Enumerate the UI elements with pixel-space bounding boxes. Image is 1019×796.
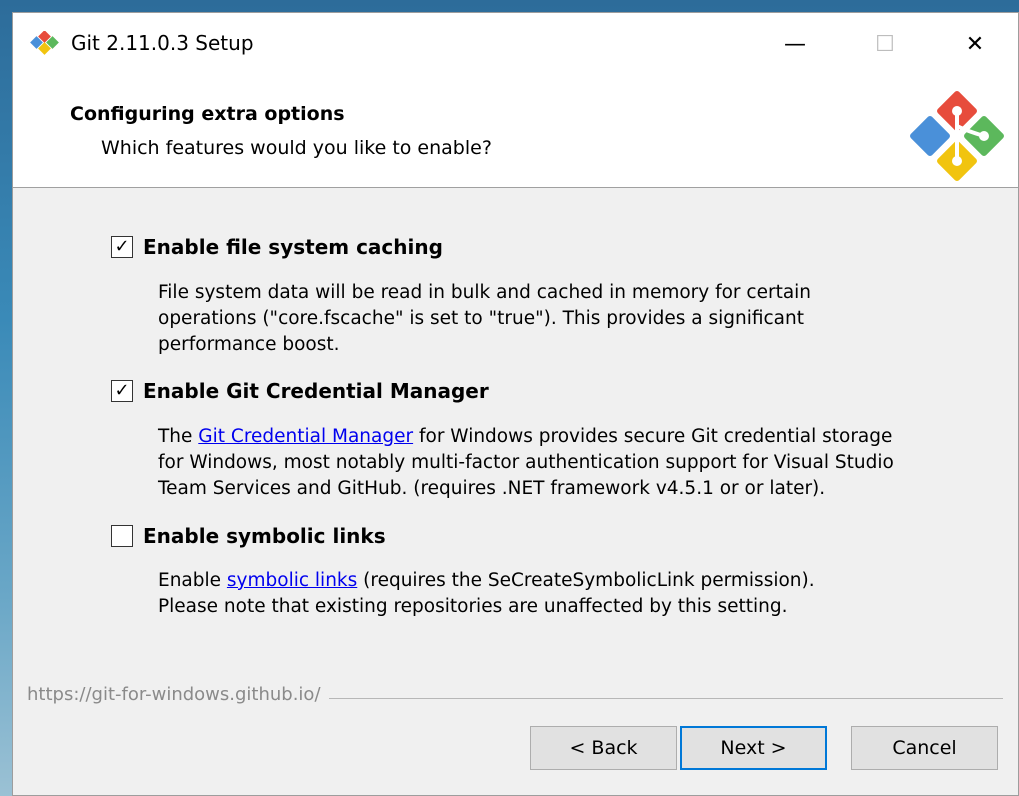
fscache-label[interactable]: Enable file system caching	[143, 235, 443, 259]
symlinks-description: Enable symbolic links (requires the SeCr…	[158, 568, 948, 620]
symlinks-desc-line: Enable symbolic links (requires the SeCr…	[158, 568, 948, 594]
fscache-checkbox[interactable]: ✓	[111, 236, 133, 258]
desc-text: for Windows provides secure Git credenti…	[413, 426, 893, 447]
next-button[interactable]: Next >	[680, 726, 827, 770]
credential-manager-desc-line: Team Services and GitHub. (requires .NET…	[158, 478, 826, 499]
option-credential-manager[interactable]: ✓ Enable Git Credential Manager	[111, 378, 489, 404]
credential-manager-checkbox[interactable]: ✓	[111, 380, 133, 402]
git-icon	[30, 31, 59, 55]
fscache-desc-line: performance boost.	[158, 334, 340, 355]
fscache-description: File system data will be read in bulk an…	[158, 280, 948, 358]
credential-manager-description: The Git Credential Manager for Windows p…	[158, 424, 948, 502]
symlinks-checkbox[interactable]	[111, 525, 133, 547]
close-button[interactable]: ✕	[930, 13, 1019, 75]
maximize-button[interactable]: ☐	[840, 13, 930, 75]
credential-manager-link[interactable]: Git Credential Manager	[198, 426, 413, 447]
setup-window: Git 2.11.0.3 Setup — ☐ ✕ Configuring ext…	[12, 12, 1019, 796]
fscache-desc-line: operations ("core.fscache" is set to "tr…	[158, 308, 805, 329]
wizard-header: Configuring extra options Which features…	[13, 75, 1018, 188]
desc-text: Enable	[158, 570, 227, 591]
options-panel: ✓ Enable file system caching File system…	[13, 188, 1018, 678]
desc-text: (requires the SeCreateSymbolicLink permi…	[357, 570, 815, 591]
symlinks-link[interactable]: symbolic links	[227, 570, 357, 591]
page-title: Configuring extra options	[70, 103, 345, 125]
credential-manager-label[interactable]: Enable Git Credential Manager	[143, 379, 489, 403]
minimize-button[interactable]: —	[750, 13, 840, 75]
desc-text: The	[158, 426, 199, 447]
credential-manager-desc-line: The Git Credential Manager for Windows p…	[158, 424, 948, 450]
title-bar[interactable]: Git 2.11.0.3 Setup — ☐ ✕	[13, 13, 1018, 75]
page-subtitle: Which features would you like to enable?	[101, 137, 492, 159]
credential-manager-desc-line: for Windows, most notably multi-factor a…	[158, 452, 894, 473]
window-title: Git 2.11.0.3 Setup	[71, 31, 254, 55]
option-symlinks[interactable]: Enable symbolic links	[111, 523, 386, 549]
symlinks-label[interactable]: Enable symbolic links	[143, 524, 386, 548]
back-button[interactable]: < Back	[530, 726, 677, 770]
symlinks-desc-line: Please note that existing repositories a…	[158, 596, 788, 617]
git-logo-icon	[910, 91, 1004, 181]
homepage-url[interactable]: https://git-for-windows.github.io/	[27, 684, 329, 705]
fscache-desc-line: File system data will be read in bulk an…	[158, 282, 812, 303]
option-fscache[interactable]: ✓ Enable file system caching	[111, 234, 443, 260]
cancel-button[interactable]: Cancel	[851, 726, 998, 770]
